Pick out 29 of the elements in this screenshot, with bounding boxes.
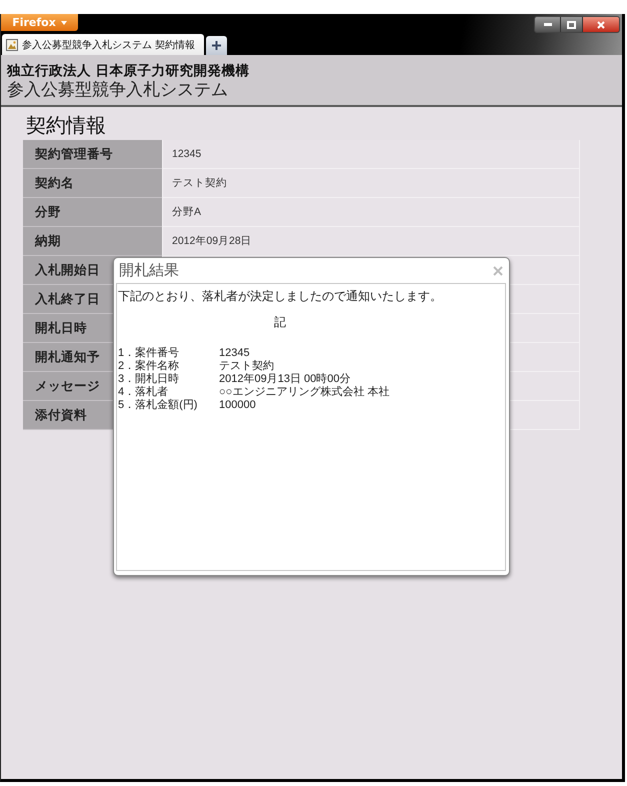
item-value: 12345 [219,347,251,360]
label-cell: 契約名 [23,169,162,198]
plus-icon [212,41,221,50]
close-icon [493,266,503,276]
label-cell: 納期 [23,227,162,256]
item-value: 2012年09月13日 00時00分 [219,373,352,386]
value-cell: テスト契約 [162,169,580,198]
item-value: ○○エンジニアリング株式会社 本社 [219,386,390,399]
item-value: テスト契約 [219,360,275,373]
new-tab-button[interactable] [206,36,227,55]
maximize-button[interactable] [561,17,582,32]
value-cell: 12345 [162,140,580,169]
value-cell: 分野A [162,198,580,227]
label-cell: 分野 [23,198,162,227]
value-cell: 2012年09月28日 [162,227,580,256]
item-value: 100000 [219,399,257,412]
image-icon [6,38,18,50]
organization-name: 独立行政法人 日本原子力研究開発機構 [7,63,250,80]
close-icon [597,20,605,28]
browser-tab[interactable]: 参入公募型競争入札システム 契約情報 [2,34,204,55]
label-cell: 契約管理番号 [23,140,162,169]
minimize-icon [544,23,552,26]
record-heading: 記 [274,315,286,329]
close-window-button[interactable] [583,17,619,32]
page-title: 契約情報 [26,112,106,138]
caret-icon [60,20,67,24]
maximize-icon [567,20,576,28]
system-name: 参入公募型競争入札システム [7,80,228,101]
minimize-button[interactable] [535,17,560,32]
